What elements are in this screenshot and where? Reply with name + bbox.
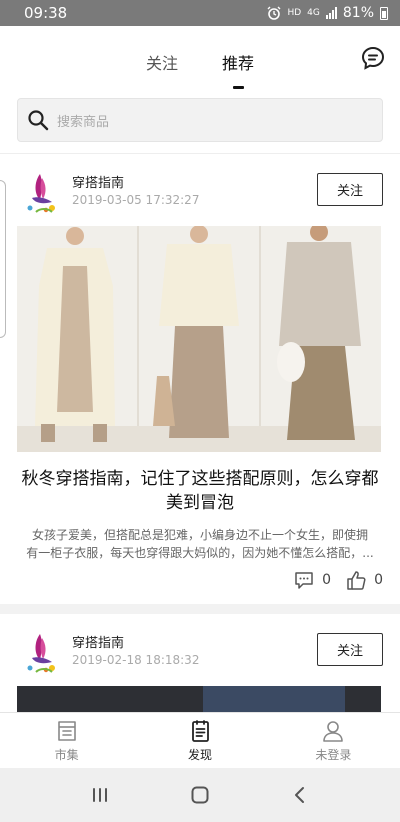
like-button[interactable]: 0 xyxy=(345,569,383,591)
search-input[interactable]: 搜索商品 xyxy=(57,111,109,130)
post-separator xyxy=(0,604,400,614)
author-name[interactable]: 穿搭指南 xyxy=(72,632,124,651)
recent-apps-icon[interactable] xyxy=(89,784,111,806)
back-icon[interactable] xyxy=(289,784,311,806)
post-summary: 女孩子爱美，但搭配总是犯难，小编身边不止一个女生，即使拥 有一柜子衣服，每天也穿… xyxy=(17,526,383,562)
alarm-icon xyxy=(267,6,281,20)
home-icon[interactable] xyxy=(189,784,211,806)
nav-item-market[interactable]: 市集 xyxy=(0,713,133,768)
battery-icon xyxy=(380,6,388,20)
author-avatar[interactable] xyxy=(22,168,62,216)
network-indicator: 4G xyxy=(307,7,320,18)
signal-icon xyxy=(325,7,337,19)
post-cover-image[interactable] xyxy=(17,226,381,452)
message-icon[interactable] xyxy=(360,45,386,71)
nav-item-profile[interactable]: 未登录 xyxy=(267,713,400,768)
follow-button[interactable]: 关注 xyxy=(317,173,383,206)
nav-label: 市集 xyxy=(54,747,79,762)
comment-count: 0 xyxy=(322,572,332,588)
market-icon xyxy=(57,720,76,741)
discover-icon xyxy=(192,719,209,742)
post-cover-image[interactable] xyxy=(17,686,381,714)
comment-icon xyxy=(295,572,313,589)
thumbs-up-icon xyxy=(347,571,366,590)
status-icons: HD 4G 81% xyxy=(267,5,388,21)
cover-image-detail xyxy=(203,686,345,714)
post-time: 2019-02-18 18:18:32 xyxy=(72,653,200,667)
search-icon xyxy=(28,110,49,131)
post-time: 2019-03-05 17:32:27 xyxy=(72,193,200,207)
user-icon xyxy=(323,720,344,742)
status-time: 09:38 xyxy=(24,4,68,22)
author-name[interactable]: 穿搭指南 xyxy=(72,172,124,191)
nav-item-discover[interactable]: 发现 xyxy=(133,713,266,768)
post-actions: 0 0 xyxy=(293,569,383,591)
hd-indicator: HD xyxy=(287,7,302,18)
post-summary-line: 有一柜子衣服，每天也穿得跟大妈似的，因为她不懂怎么搭配，... xyxy=(26,546,374,560)
tab-follow[interactable]: 关注 xyxy=(146,50,178,74)
feed-post[interactable]: 穿搭指南 2019-02-18 18:18:32 关注 xyxy=(0,614,400,714)
battery-percent: 81% xyxy=(342,5,374,21)
tab-recommend[interactable]: 推荐 xyxy=(222,50,254,74)
system-nav-bar xyxy=(0,768,400,822)
nav-label: 未登录 xyxy=(315,747,352,762)
nav-label: 发现 xyxy=(187,747,212,762)
top-tabs: 关注 推荐 xyxy=(0,26,400,96)
follow-button[interactable]: 关注 xyxy=(317,633,383,666)
search-bar[interactable]: 搜索商品 xyxy=(17,98,383,142)
active-tab-indicator xyxy=(233,86,244,89)
comment-button[interactable]: 0 xyxy=(293,569,331,591)
post-title[interactable]: 秋冬穿搭指南，记住了这些搭配原则，怎么穿都美到冒泡 xyxy=(17,467,383,515)
status-bar: 09:38 HD 4G 81% xyxy=(0,0,400,26)
feed-post[interactable]: 穿搭指南 2019-03-05 17:32:27 关注 秋冬穿搭指南，记住了这些… xyxy=(0,154,400,604)
post-summary-line: 女孩子爱美，但搭配总是犯难，小编身边不止一个女生，即使拥 xyxy=(31,528,368,542)
like-count: 0 xyxy=(374,572,383,588)
bottom-nav: 市集 发现 未登录 xyxy=(0,712,400,768)
author-avatar[interactable] xyxy=(22,628,62,676)
